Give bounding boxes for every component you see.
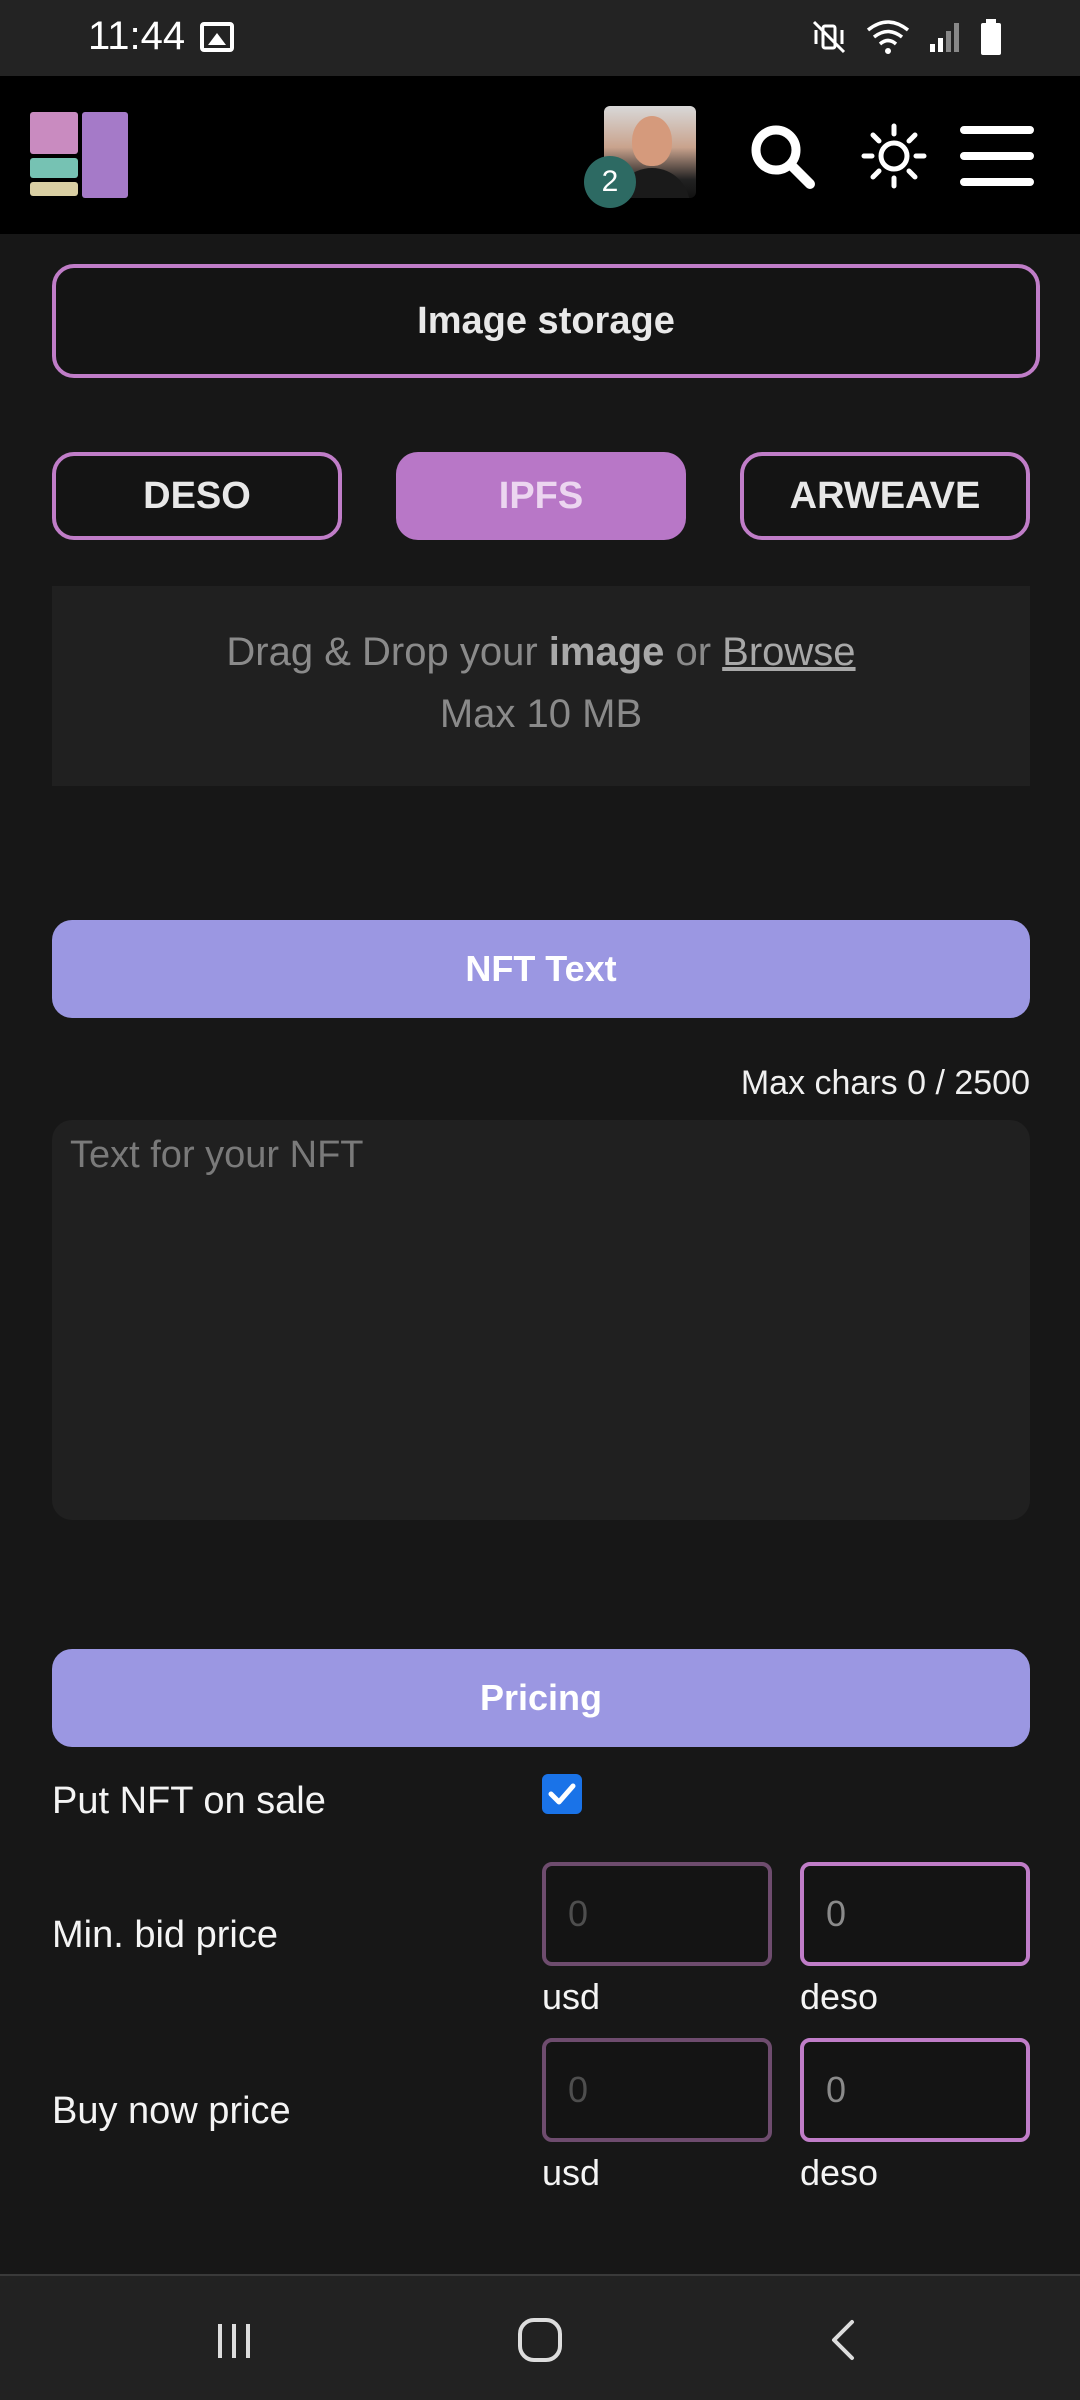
mute-vibrate-icon: [812, 20, 846, 54]
buy-now-usd-unit: usd: [542, 2152, 601, 2193]
back-icon[interactable]: [820, 2316, 868, 2364]
notification-badge[interactable]: 2: [584, 156, 636, 208]
dropzone-max-size: Max 10 MB: [439, 692, 643, 736]
browse-link[interactable]: Browse: [722, 630, 855, 674]
nft-create-form: Image storage DESO IPFS ARWEAVE Drag & D…: [52, 234, 1040, 2274]
gallery-notification-icon: [200, 22, 234, 52]
dropzone-instructions: Drag & Drop your image or Browse: [226, 630, 856, 674]
wifi-icon: [866, 20, 910, 54]
buy-now-deso-input[interactable]: [800, 2038, 1030, 2142]
search-icon[interactable]: [742, 116, 822, 196]
checkmark-icon: [548, 1783, 576, 1805]
nft-text-input[interactable]: [52, 1120, 1030, 1520]
on-sale-checkbox[interactable]: [542, 1774, 582, 1814]
theme-toggle-icon[interactable]: [854, 116, 934, 196]
menu-icon[interactable]: [956, 116, 1036, 196]
battery-icon: [981, 19, 1001, 55]
app-logo[interactable]: [30, 112, 130, 202]
signal-icon: [930, 23, 959, 52]
recent-apps-icon[interactable]: [210, 2316, 258, 2364]
storage-option-arweave[interactable]: ARWEAVE: [740, 452, 1030, 540]
buy-now-deso-unit: deso: [800, 2152, 879, 2193]
status-bar: 11:44: [0, 0, 1080, 76]
image-storage-button[interactable]: Image storage: [52, 264, 1040, 378]
status-time: 11:44: [88, 14, 186, 58]
buy-now-label: Buy now price: [52, 2090, 291, 2132]
app-header: 2: [0, 76, 1080, 234]
min-bid-deso-unit: deso: [800, 1976, 879, 2017]
min-bid-usd-unit: usd: [542, 1976, 601, 2017]
on-sale-label: Put NFT on sale: [52, 1780, 326, 1822]
char-counter: Max chars 0 / 2500: [740, 1064, 1030, 1102]
storage-option-ipfs[interactable]: IPFS: [396, 452, 686, 540]
storage-option-deso[interactable]: DESO: [52, 452, 342, 540]
pricing-section-button[interactable]: Pricing: [52, 1649, 1030, 1747]
min-bid-deso-input[interactable]: [800, 1862, 1030, 1966]
status-icons: [810, 18, 1002, 56]
buy-now-usd-input[interactable]: [542, 2038, 772, 2142]
home-icon[interactable]: [514, 2314, 566, 2366]
nft-text-section-button[interactable]: NFT Text: [52, 920, 1030, 1018]
min-bid-usd-input[interactable]: [542, 1862, 772, 1966]
min-bid-label: Min. bid price: [52, 1914, 278, 1956]
system-nav-bar: [0, 2274, 1080, 2400]
image-dropzone[interactable]: Drag & Drop your image or Browse Max 10 …: [52, 586, 1030, 786]
